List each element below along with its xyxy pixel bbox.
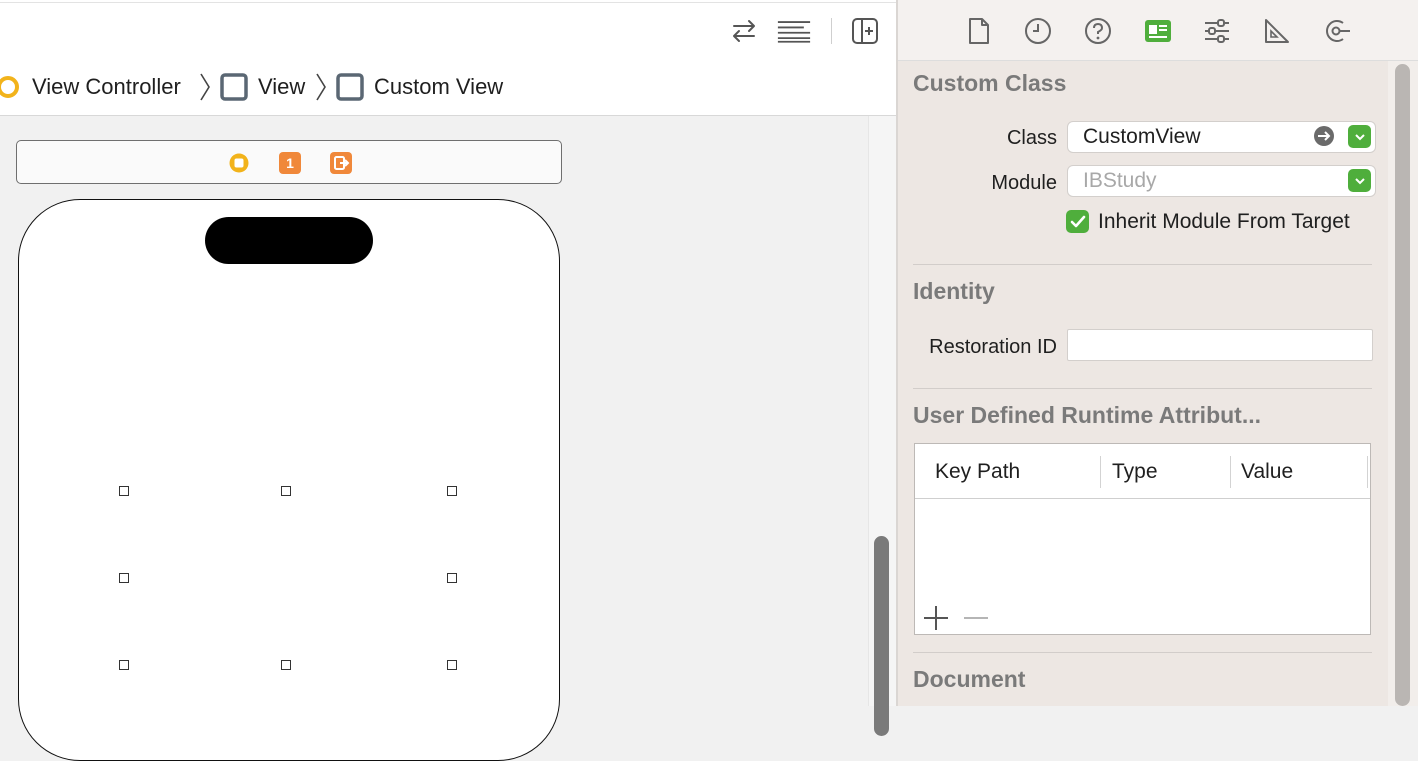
connections-inspector-icon[interactable]	[1320, 14, 1354, 48]
column-separator	[1100, 456, 1101, 488]
device-frame[interactable]	[18, 199, 560, 761]
help-icon[interactable]	[1081, 14, 1115, 48]
exit-icon[interactable]	[330, 152, 352, 174]
remove-attribute-icon[interactable]	[962, 604, 990, 632]
chevron-right-icon	[316, 73, 326, 101]
section-title-document: Document	[913, 666, 1026, 692]
resize-handle[interactable]	[447, 486, 457, 496]
chevron-down-icon	[1354, 177, 1365, 184]
runtime-attributes-table[interactable]: Key Path Type Value	[914, 443, 1371, 635]
jump-bar: View Controller View Custom View	[0, 60, 896, 116]
go-to-class-icon[interactable]	[1313, 125, 1335, 147]
text-lines-icon[interactable]	[777, 14, 811, 48]
column-separator	[1230, 456, 1231, 488]
column-header-value[interactable]: Value	[1241, 460, 1293, 484]
checkmark-icon	[1070, 215, 1085, 227]
view-icon	[336, 73, 364, 101]
module-placeholder: IBStudy	[1083, 169, 1157, 192]
section-divider	[913, 264, 1372, 265]
scene-dock: 1	[16, 140, 562, 184]
add-editor-icon[interactable]	[848, 14, 882, 48]
editor-scrollbar-thumb[interactable]	[874, 536, 889, 736]
class-label: Class	[1006, 127, 1057, 149]
inspector-scrollbar-thumb[interactable]	[1395, 64, 1410, 706]
attributes-inspector-icon[interactable]	[1200, 14, 1234, 48]
toolbar-top-line	[0, 2, 896, 3]
restoration-id-label: Restoration ID	[929, 336, 1057, 358]
section-title-runtime-attributes: User Defined Runtime Attribut...	[913, 402, 1261, 428]
history-icon[interactable]	[1021, 14, 1055, 48]
editor-toolbar	[0, 0, 896, 61]
module-field[interactable]: IBStudy	[1067, 165, 1376, 197]
view-controller-icon	[0, 76, 19, 98]
column-header-type[interactable]: Type	[1112, 460, 1158, 484]
breadcrumb-label: View	[258, 74, 306, 99]
resize-handle[interactable]	[119, 660, 129, 670]
breadcrumb-label: Custom View	[374, 74, 504, 99]
class-value: CustomView	[1083, 125, 1201, 148]
dynamic-island	[205, 217, 373, 264]
section-divider	[913, 388, 1372, 389]
view-controller-icon[interactable]	[228, 152, 250, 174]
resize-handle[interactable]	[281, 660, 291, 670]
resize-handle[interactable]	[281, 486, 291, 496]
add-attribute-icon[interactable]	[922, 604, 950, 632]
first-responder-icon[interactable]: 1	[279, 152, 301, 174]
chevron-down-icon	[1354, 133, 1365, 140]
column-header-key-path[interactable]: Key Path	[935, 460, 1020, 484]
resize-handle[interactable]	[447, 660, 457, 670]
class-dropdown-button[interactable]	[1348, 125, 1371, 148]
resize-handle[interactable]	[119, 573, 129, 583]
view-icon	[220, 73, 248, 101]
identity-inspector-icon[interactable]	[1141, 14, 1175, 48]
module-label: Module	[991, 172, 1057, 194]
inherit-module-checkbox[interactable]	[1066, 210, 1089, 233]
chevron-right-icon	[200, 73, 210, 101]
breadcrumb-view-controller[interactable]: View Controller	[0, 72, 181, 102]
table-header-divider	[915, 498, 1370, 499]
inherit-module-label: Inherit Module From Target	[1098, 210, 1350, 233]
breadcrumb-custom-view[interactable]: Custom View	[336, 72, 503, 102]
section-title-identity: Identity	[913, 278, 995, 304]
module-dropdown-button[interactable]	[1348, 169, 1371, 192]
swap-arrows-icon[interactable]	[727, 14, 761, 48]
column-separator	[1367, 456, 1368, 488]
resize-handle[interactable]	[447, 573, 457, 583]
file-inspector-icon[interactable]	[962, 14, 996, 48]
resize-handle[interactable]	[119, 486, 129, 496]
section-divider	[913, 652, 1372, 653]
breadcrumb-view[interactable]: View	[220, 72, 305, 102]
breadcrumb-label: View Controller	[32, 74, 181, 99]
size-inspector-icon[interactable]	[1260, 14, 1294, 48]
restoration-id-field[interactable]	[1067, 329, 1373, 361]
toolbar-separator	[831, 18, 832, 44]
section-title-custom-class: Custom Class	[913, 70, 1067, 96]
